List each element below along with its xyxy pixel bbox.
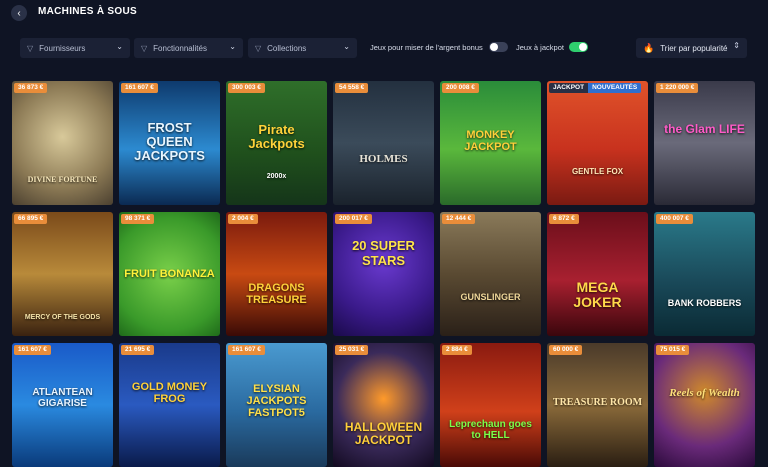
jackpot-badge: 161 607 €	[14, 345, 51, 355]
jackpot-badge: 21 695 €	[121, 345, 155, 355]
sort-dropdown[interactable]: 🔥 Trier par popularité ⇕	[636, 38, 747, 58]
game-tile[interactable]: FRUIT BONANZA 98 371 €	[119, 212, 220, 336]
jackpot-badge: 60 000 €	[549, 345, 583, 355]
bonus-toggle-label: Jeux pour miser de l'argent bonus	[370, 43, 483, 52]
jackpot-toggle-label: Jeux à jackpot	[516, 43, 564, 52]
game-title: BANK ROBBERS	[667, 298, 742, 308]
filter-icon: ▽	[255, 43, 262, 53]
game-title: 20 SUPER STARS	[352, 238, 415, 268]
game-tile[interactable]: 20 SUPER STARS 200 017 €	[333, 212, 434, 336]
jackpot-badge: 200 008 €	[442, 83, 479, 93]
game-title: Pirate Jackpots	[248, 122, 305, 151]
game-tile[interactable]: MONKEY JACKPOT 200 008 €	[440, 81, 541, 205]
game-title: the Glam LIFE	[664, 122, 745, 136]
chevron-down-icon: ⌄	[343, 42, 350, 51]
game-title: DIVINE FORTUNE	[27, 175, 98, 184]
game-tile[interactable]: DRAGONS TREASURE 2 004 €	[226, 212, 327, 336]
game-tile[interactable]: HALLOWEEN JACKPOT 25 031 €	[333, 343, 434, 467]
game-title: FROST QUEEN JACKPOTS	[134, 120, 205, 163]
game-tile[interactable]: GOLD MONEY FROG 21 695 €	[119, 343, 220, 467]
game-title: HALLOWEEN JACKPOT	[344, 420, 423, 447]
jackpot-badge: 2 004 €	[228, 214, 258, 224]
jackpot-badge: 1 220 000 €	[656, 83, 699, 93]
game-title: TREASURE ROOM	[552, 397, 643, 408]
game-tile[interactable]: ATLANTEAN GIGARISE 161 607 €	[12, 343, 113, 467]
game-tile[interactable]: TREASURE ROOM 60 000 €	[547, 343, 648, 467]
page-title: MACHINES À SOUS	[38, 6, 137, 17]
jackpot-new-badge: JACKPOT NOUVEAUTÉS	[549, 83, 642, 93]
bonus-toggle[interactable]	[489, 42, 508, 52]
game-title: ATLANTEAN GIGARISE	[32, 387, 93, 409]
game-tile[interactable]: BANK ROBBERS 400 007 €	[654, 212, 755, 336]
game-tile[interactable]: DIVINE FORTUNE 36 873 €	[12, 81, 113, 205]
game-title: Leprechaun goes to HELL	[449, 419, 532, 441]
game-title: FRUIT BONANZA	[124, 268, 215, 280]
chevron-down-icon: ⌄	[229, 42, 236, 51]
game-title: DRAGONS TREASURE	[246, 282, 307, 306]
sort-arrows-icon: ⇕	[733, 41, 740, 50]
filter-icon: ▽	[141, 43, 148, 53]
jackpot-badge: 161 607 €	[121, 83, 158, 93]
collections-label: Collections	[267, 43, 307, 53]
new-badge: NOUVEAUTÉS	[588, 83, 642, 93]
features-label: Fonctionnalités	[153, 43, 207, 53]
jackpot-badge: 300 003 €	[228, 83, 265, 93]
game-tile[interactable]: ELYSIAN JACKPOTS FASTPOT5 161 607 €	[226, 343, 327, 467]
providers-dropdown[interactable]: ▽ Fournisseurs ⌄	[20, 38, 130, 58]
game-title: ELYSIAN JACKPOTS FASTPOT5	[246, 383, 307, 419]
game-tile[interactable]: GENTLE FOX JACKPOT NOUVEAUTÉS	[547, 81, 648, 205]
game-tile[interactable]: the Glam LIFE 1 220 000 €	[654, 81, 755, 205]
filter-icon: ▽	[27, 43, 34, 53]
sort-label: Trier par popularité	[660, 43, 728, 53]
jackpot-badge: 36 873 €	[14, 83, 48, 93]
page-header: ‹ MACHINES À SOUS	[0, 0, 768, 26]
jackpot-badge: 2 884 €	[442, 345, 472, 355]
jackpot-badge: 54 558 €	[335, 83, 369, 93]
jackpot-badge: JACKPOT	[549, 83, 589, 93]
game-title: GOLD MONEY FROG	[131, 381, 208, 405]
jackpot-badge: 66 895 €	[14, 214, 48, 224]
game-tile[interactable]: HOLMES 54 558 €	[333, 81, 434, 205]
features-dropdown[interactable]: ▽ Fonctionnalités ⌄	[134, 38, 243, 58]
game-tile[interactable]: Leprechaun goes to HELL 2 884 €	[440, 343, 541, 467]
game-tile[interactable]: MEGA JOKER 6 872 €	[547, 212, 648, 336]
game-title: MONKEY JACKPOT	[464, 129, 517, 153]
game-title: GENTLE FOX	[571, 167, 624, 176]
game-title: GUNSLINGER	[460, 292, 521, 302]
jackpot-badge: 75 015 €	[656, 345, 690, 355]
game-title: Reels of Wealth	[669, 387, 740, 399]
chevron-left-icon: ‹	[17, 7, 21, 19]
collections-dropdown[interactable]: ▽ Collections ⌄	[248, 38, 357, 58]
game-tile[interactable]: FROST QUEEN JACKPOTS 161 607 €	[119, 81, 220, 205]
jackpot-badge: 400 007 €	[656, 214, 693, 224]
flame-icon: 🔥	[643, 42, 655, 53]
game-tile[interactable]: MERCY OF THE GODS 66 895 €	[12, 212, 113, 336]
game-title: MERCY OF THE GODS	[24, 314, 101, 321]
game-tile[interactable]: Pirate Jackpots 2000x 300 003 €	[226, 81, 327, 205]
game-title: MEGA JOKER	[573, 279, 622, 310]
chevron-down-icon: ⌄	[116, 42, 123, 51]
jackpot-badge: 12 444 €	[442, 214, 476, 224]
back-button[interactable]: ‹	[11, 5, 27, 21]
jackpot-badge: 98 371 €	[121, 214, 155, 224]
jackpot-badge: 6 872 €	[549, 214, 579, 224]
game-subtitle: 2000x	[266, 173, 287, 180]
game-tile[interactable]: GUNSLINGER 12 444 €	[440, 212, 541, 336]
providers-label: Fournisseurs	[39, 43, 86, 53]
game-title: HOLMES	[359, 153, 408, 165]
jackpot-badge: 25 031 €	[335, 345, 369, 355]
jackpot-badge: 161 607 €	[228, 345, 265, 355]
filter-bar: ▽ Fournisseurs ⌄ ▽ Fonctionnalités ⌄ ▽ C…	[0, 38, 768, 60]
game-tile[interactable]: Reels of Wealth 75 015 €	[654, 343, 755, 467]
jackpot-toggle[interactable]	[569, 42, 588, 52]
jackpot-badge: 200 017 €	[335, 214, 372, 224]
